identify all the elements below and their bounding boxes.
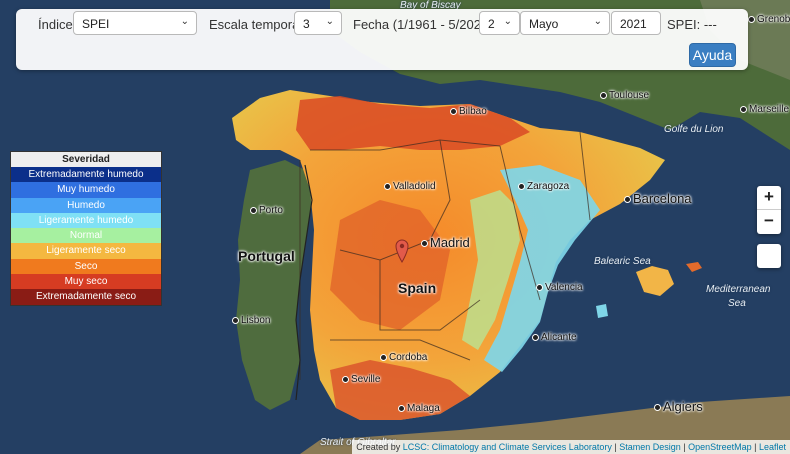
help-button[interactable]: Ayuda bbox=[689, 43, 736, 67]
city-label-zaragoza: Zaragoza bbox=[518, 181, 569, 192]
city-label-malaga: Malaga bbox=[398, 403, 440, 414]
spei-readout: SPEI: --- bbox=[667, 17, 717, 32]
zoom-out-button[interactable]: − bbox=[757, 210, 781, 234]
attribution-stamen-link[interactable]: Stamen Design bbox=[619, 442, 681, 452]
city-label-lisbon: Lisbon bbox=[232, 315, 270, 326]
sea-label-mediterranean-2: Sea bbox=[728, 298, 746, 309]
legend-item: Muy humedo bbox=[11, 182, 161, 198]
legend-item: Seco bbox=[11, 258, 161, 275]
legend-item: Humedo bbox=[11, 197, 161, 213]
sea-label-golfe-du-lion: Golfe du Lion bbox=[664, 124, 724, 135]
fecha-year-value: 2021 bbox=[620, 17, 647, 31]
escala-select-value: 3 bbox=[303, 17, 310, 31]
city-label-algiers: Algiers bbox=[654, 399, 703, 414]
legend-item: Normal bbox=[11, 228, 161, 244]
fecha-month-select[interactable]: Mayo ⌄ bbox=[520, 11, 610, 35]
ibiza bbox=[596, 304, 608, 318]
legend-rows: Extremadamente humedo Muy humedo Humedo Lig… bbox=[11, 167, 161, 305]
chevron-down-icon: ⌄ bbox=[593, 16, 602, 27]
attribution-bar: Created by LCSC: Climatology and Climate… bbox=[352, 440, 790, 454]
city-label-porto: Porto bbox=[250, 205, 283, 216]
severity-legend: Severidad Extremadamente humedo Muy humed… bbox=[10, 151, 162, 306]
attribution-lcsc-link[interactable]: LCSC: Climatology and Climate Services L… bbox=[403, 442, 612, 452]
city-label-seville: Seville bbox=[342, 374, 380, 385]
city-label-madrid: Madrid bbox=[421, 235, 470, 250]
escala-select[interactable]: 3 ⌄ bbox=[294, 11, 342, 35]
city-label-valencia: Valencia bbox=[536, 282, 583, 293]
legend-item: Extremadamente humedo bbox=[11, 167, 161, 183]
city-label-grenoble: Grenoble bbox=[748, 14, 790, 25]
sea-label-balearic: Balearic Sea bbox=[594, 256, 651, 267]
city-label-marseille: Marseille bbox=[740, 104, 789, 115]
city-label-cordoba: Cordoba bbox=[380, 352, 427, 363]
country-label-spain: Spain bbox=[398, 280, 437, 296]
legend-item: Ligeramente humedo bbox=[11, 212, 161, 229]
legend-item: Extremadamente seco bbox=[11, 289, 161, 305]
attribution-osm-link[interactable]: OpenStreetMap bbox=[688, 442, 752, 452]
chevron-down-icon: ⌄ bbox=[325, 16, 334, 27]
indice-select[interactable]: SPEI ⌄ bbox=[73, 11, 197, 35]
escala-label: Escala temporal bbox=[209, 17, 303, 32]
chevron-down-icon: ⌄ bbox=[180, 16, 189, 27]
legend-item: Ligeramente seco bbox=[11, 243, 161, 259]
legend-item: Muy seco bbox=[11, 274, 161, 290]
chevron-down-icon: ⌄ bbox=[503, 16, 512, 27]
fecha-day-select[interactable]: 2 ⌄ bbox=[479, 11, 520, 35]
city-label-barcelona: Barcelona bbox=[624, 191, 692, 206]
zoom-control: + − bbox=[757, 186, 781, 234]
fecha-year-input[interactable]: 2021 bbox=[611, 11, 661, 35]
control-toolbar: Índice SPEI ⌄ Escala temporal 3 ⌄ Fecha … bbox=[16, 9, 748, 70]
location-marker-icon[interactable] bbox=[395, 239, 409, 263]
attribution-prefix: Created by bbox=[356, 442, 401, 452]
indice-label: Índice bbox=[38, 17, 73, 32]
fecha-label: Fecha (1/1961 - 5/2021) bbox=[353, 17, 493, 32]
sea-label-mediterranean: Mediterranean bbox=[706, 284, 771, 295]
map-extra-button[interactable] bbox=[757, 244, 781, 268]
city-label-bilbao: Bilbao bbox=[450, 106, 487, 117]
country-label-portugal: Portugal bbox=[238, 248, 295, 264]
indice-select-value: SPEI bbox=[82, 17, 110, 31]
fecha-day-value: 2 bbox=[488, 17, 495, 31]
city-label-valladolid: Valladolid bbox=[384, 181, 436, 192]
zoom-in-button[interactable]: + bbox=[757, 186, 781, 210]
attribution-leaflet-link[interactable]: Leaflet bbox=[759, 442, 786, 452]
fecha-month-value: Mayo bbox=[529, 17, 559, 31]
legend-title: Severidad bbox=[11, 152, 161, 167]
city-label-alicante: Alicante bbox=[532, 332, 577, 343]
city-label-toulouse: Toulouse bbox=[600, 90, 649, 101]
